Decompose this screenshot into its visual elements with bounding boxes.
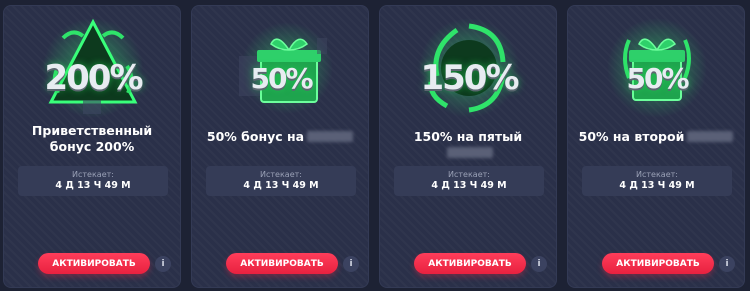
bonus-title: 50% бонус на xyxy=(202,129,358,145)
redacted-text-placeholder xyxy=(687,131,734,142)
expiry-label: Истекает: xyxy=(260,170,302,179)
expiry-countdown: 4 Д 13 Ч 49 М xyxy=(243,180,319,191)
art-percent-text: 200% xyxy=(44,58,143,98)
bonus-title: Приветственный бонус 200% xyxy=(14,123,170,155)
info-icon[interactable]: i xyxy=(531,256,547,272)
activate-button[interactable]: АКТИВИРОВАТЬ xyxy=(38,253,150,274)
bonus-title-text: 50% бонус на xyxy=(206,129,305,144)
redacted-text-placeholder xyxy=(307,131,354,142)
gift-box-50-percent-icon: 50% xyxy=(607,18,707,118)
expiry-box: Истекает: 4 Д 13 Ч 49 М xyxy=(582,166,732,196)
info-icon[interactable]: i xyxy=(343,256,359,272)
info-icon[interactable]: i xyxy=(155,256,171,272)
bonus-card-50-percent-second: 50% 50% на второй Истекает: 4 Д 13 Ч 49 … xyxy=(567,5,745,288)
expiry-label: Истекает: xyxy=(72,170,114,179)
expiry-countdown: 4 Д 13 Ч 49 М xyxy=(55,180,131,191)
bonus-title: 150% на пятый xyxy=(390,129,546,161)
bonus-title-text: 150% на пятый xyxy=(413,129,523,144)
bonus-card-50-percent: 50% 50% бонус на Истекает: 4 Д 13 Ч 49 М… xyxy=(191,5,369,288)
art-percent-text: 150% xyxy=(420,58,519,98)
expiry-label: Истекает: xyxy=(636,170,678,179)
bonus-card-150-percent: 150% 150% на пятый Истекает: 4 Д 13 Ч 49… xyxy=(379,5,557,288)
expiry-box: Истекает: 4 Д 13 Ч 49 М xyxy=(394,166,544,196)
art-percent-text: 50% xyxy=(626,62,689,95)
bonus-title-text: 50% на второй xyxy=(578,129,685,144)
bonus-title-text: Приветственный бонус 200% xyxy=(31,123,153,154)
expiry-countdown: 4 Д 13 Ч 49 М xyxy=(619,180,695,191)
bonus-title: 50% на второй xyxy=(578,129,734,145)
bonus-card-welcome: 200% Приветственный бонус 200% Истекает:… xyxy=(3,5,181,288)
expiry-box: Истекает: 4 Д 13 Ч 49 М xyxy=(206,166,356,196)
expiry-label: Истекает: xyxy=(448,170,490,179)
expiry-countdown: 4 Д 13 Ч 49 М xyxy=(431,180,507,191)
gift-box-50-percent-icon: 50% xyxy=(231,18,333,118)
activate-button[interactable]: АКТИВИРОВАТЬ xyxy=(602,253,714,274)
art-percent-text: 50% xyxy=(250,62,313,95)
redacted-text-placeholder xyxy=(446,147,493,158)
activate-button[interactable]: АКТИВИРОВАТЬ xyxy=(414,253,526,274)
expiry-box: Истекает: 4 Д 13 Ч 49 М xyxy=(18,166,168,196)
bonus-card-list: 200% Приветственный бонус 200% Истекает:… xyxy=(0,0,750,291)
activate-button[interactable]: АКТИВИРОВАТЬ xyxy=(226,253,338,274)
spiral-150-percent-icon: 150% xyxy=(419,18,520,118)
info-icon[interactable]: i xyxy=(719,256,735,272)
pyramid-200-percent-icon: 200% xyxy=(43,18,144,118)
